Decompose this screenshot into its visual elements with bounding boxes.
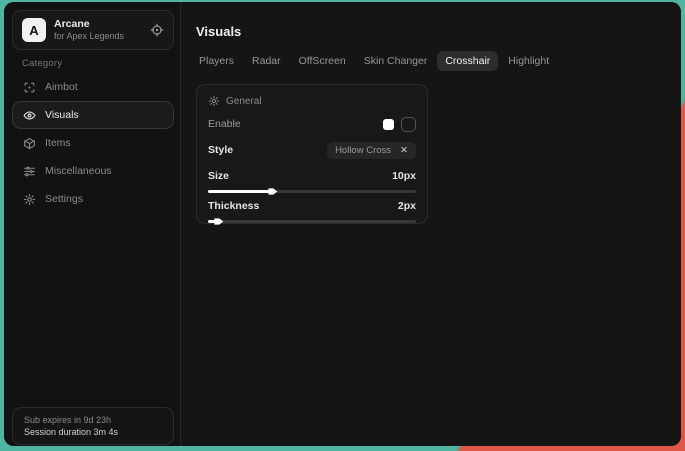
sub-expires-text: Sub expires in 9d 23h [24, 415, 162, 425]
enable-label: Enable [208, 118, 241, 130]
size-slider-thumb[interactable] [268, 187, 277, 196]
gear-icon [208, 95, 220, 107]
sidebar-item-label: Aimbot [45, 81, 78, 93]
sidebar-item-label: Miscellaneous [45, 165, 112, 177]
sidebar: A Arcane for Apex Legends Category Aimbo… [4, 2, 181, 446]
color-swatch[interactable] [383, 119, 394, 130]
sidebar-item-visuals[interactable]: Visuals [12, 101, 174, 129]
subscription-card: Sub expires in 9d 23h Session duration 3… [12, 407, 174, 445]
tab-highlight[interactable]: Highlight [500, 51, 557, 71]
app-logo: A [22, 18, 46, 42]
category-label: Category [22, 58, 62, 69]
thickness-label: Thickness [208, 200, 259, 212]
sliders-icon [23, 165, 36, 178]
general-settings-card: General Enable Style Hollow Cross ✕ Size [196, 84, 428, 224]
close-icon[interactable]: ✕ [400, 145, 408, 156]
enable-checkbox[interactable] [401, 117, 416, 132]
tab-offscreen[interactable]: OffScreen [291, 51, 354, 71]
thickness-slider-thumb[interactable] [214, 217, 223, 226]
eye-icon [23, 109, 36, 122]
box-icon [23, 137, 36, 150]
size-group: Size 10px [208, 170, 416, 193]
sidebar-item-label: Settings [45, 193, 83, 205]
crosshair-scan-icon [23, 81, 36, 94]
style-label: Style [208, 144, 233, 156]
size-slider[interactable] [208, 190, 416, 193]
sidebar-item-label: Visuals [45, 109, 79, 121]
thickness-value: 2px [398, 200, 416, 212]
page-title: Visuals [196, 24, 241, 39]
style-dropdown[interactable]: Hollow Cross ✕ [327, 142, 416, 159]
main-panel: Visuals Players Radar OffScreen Skin Cha… [181, 2, 681, 446]
tab-radar[interactable]: Radar [244, 51, 289, 71]
thickness-slider[interactable] [208, 220, 416, 223]
sidebar-item-aimbot[interactable]: Aimbot [12, 73, 174, 101]
tab-crosshair[interactable]: Crosshair [437, 51, 498, 71]
tab-skin-changer[interactable]: Skin Changer [356, 51, 436, 71]
sidebar-nav: Aimbot Visuals Items Miscellaneous [12, 73, 174, 213]
session-duration-text: Session duration 3m 4s [24, 427, 162, 437]
sidebar-item-miscellaneous[interactable]: Miscellaneous [12, 157, 174, 185]
style-value: Hollow Cross [335, 145, 391, 156]
section-title: General [226, 96, 262, 107]
thickness-group: Thickness 2px [208, 200, 416, 223]
sidebar-item-label: Items [45, 137, 71, 149]
sidebar-item-settings[interactable]: Settings [12, 185, 174, 213]
sidebar-item-items[interactable]: Items [12, 129, 174, 157]
gear-icon [23, 193, 36, 206]
tab-players[interactable]: Players [191, 51, 242, 71]
size-label: Size [208, 170, 229, 182]
target-scope-icon[interactable] [150, 23, 164, 37]
tab-bar: Players Radar OffScreen Skin Changer Cro… [191, 51, 557, 71]
app-name: Arcane [54, 18, 142, 31]
app-header-card: A Arcane for Apex Legends [12, 10, 174, 50]
enable-row: Enable [208, 111, 416, 137]
app-subtitle: for Apex Legends [54, 31, 142, 42]
style-row: Style Hollow Cross ✕ [208, 137, 416, 163]
size-value: 10px [392, 170, 416, 182]
app-window: A Arcane for Apex Legends Category Aimbo… [4, 2, 681, 446]
